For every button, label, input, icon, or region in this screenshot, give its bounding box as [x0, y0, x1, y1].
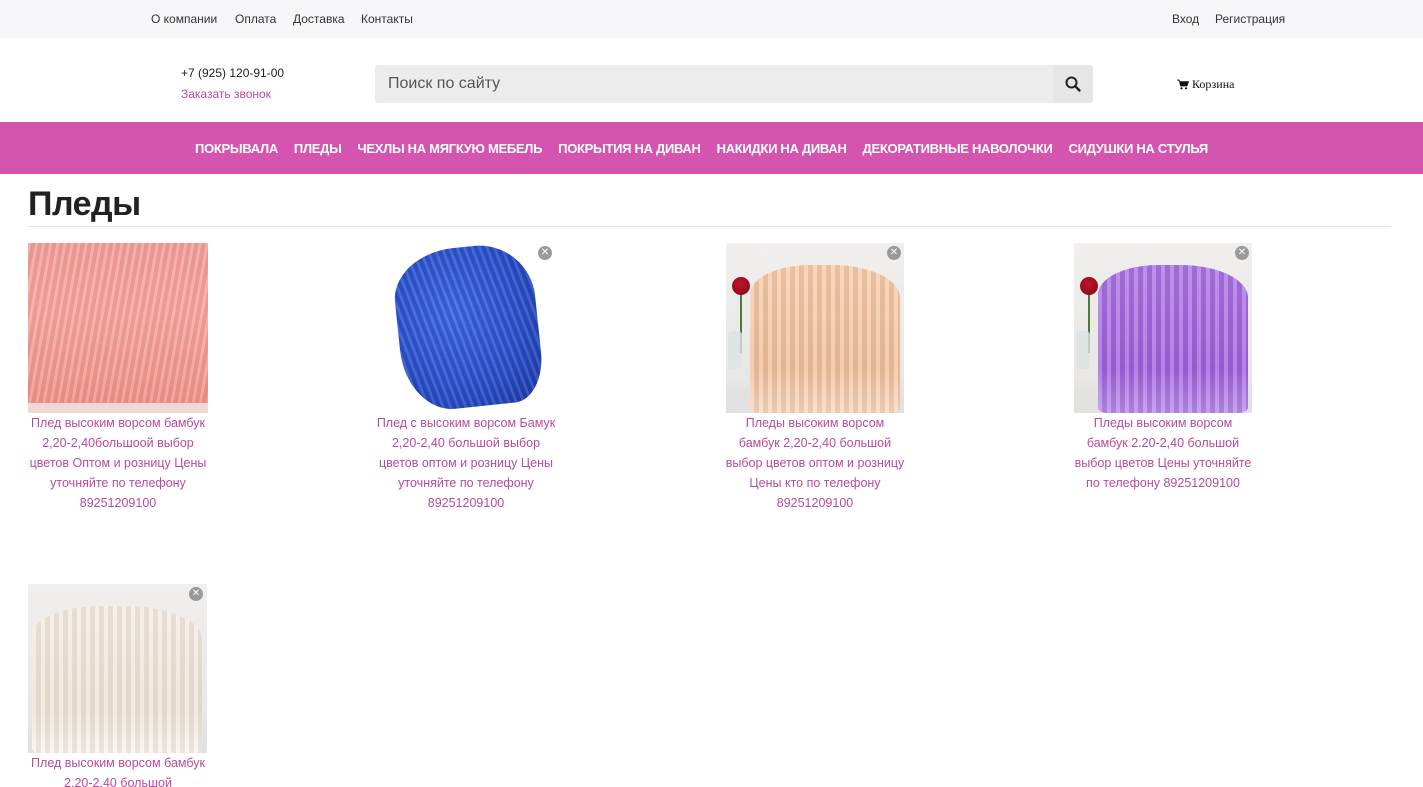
topbar-link-delivery[interactable]: Доставка	[293, 12, 345, 26]
cart-label: Корзина	[1192, 77, 1235, 91]
category-nav: ПОКРЫВАЛА ПЛЕДЫ ЧЕХЛЫ НА МЯГКУЮ МЕБЕЛЬ П…	[0, 122, 1423, 174]
rose	[1080, 277, 1098, 295]
topbar-link-payment[interactable]: Оплата	[235, 12, 276, 26]
close-icon[interactable]: ✕	[538, 246, 552, 260]
nav-item-chair-pads[interactable]: СИДУШКИ НА СТУЛЬЯ	[1069, 141, 1209, 156]
close-icon[interactable]: ✕	[1235, 246, 1249, 260]
product-image[interactable]	[1074, 243, 1252, 413]
blanket-shape	[32, 606, 202, 753]
product-image[interactable]	[726, 243, 904, 413]
site-header: +7 (925) 120-91-00 Заказать звонок Корзи…	[0, 38, 1423, 122]
cart-icon	[1177, 79, 1189, 90]
product-title[interactable]: Пледы высоким ворсом бамбук 2.20-2,40 бо…	[1073, 413, 1253, 493]
phone-number: +7 (925) 120-91-00	[181, 66, 285, 80]
close-icon[interactable]: ✕	[887, 246, 901, 260]
search-input[interactable]	[375, 65, 1053, 103]
divider	[28, 226, 1391, 227]
product-image[interactable]	[376, 243, 556, 413]
product-title[interactable]: Плед с высоким ворсом Бамук 2,20-2,40 бо…	[376, 413, 556, 513]
vase	[728, 331, 742, 369]
search-icon	[1065, 76, 1081, 92]
search-button[interactable]	[1053, 65, 1093, 103]
top-bar: О компании Оплата Доставка Контакты Вход…	[0, 0, 1423, 38]
nav-item-furniture-covers[interactable]: ЧЕХЛЫ НА МЯГКУЮ МЕБЕЛЬ	[358, 141, 543, 156]
login-link[interactable]: Вход	[1172, 12, 1199, 26]
cart-link[interactable]: Корзина	[1177, 77, 1234, 92]
product-title[interactable]: Плед высоким ворсом бамбук 2,20-2,40 бол…	[28, 753, 208, 787]
nav-item-pillowcases[interactable]: ДЕКОРАТИВНЫЕ НАВОЛОЧКИ	[863, 141, 1053, 156]
topbar-link-contacts[interactable]: Контакты	[361, 12, 413, 26]
nav-item-bedspreads[interactable]: ПОКРЫВАЛА	[195, 141, 278, 156]
blanket-shape	[1098, 265, 1248, 413]
product-image[interactable]	[28, 584, 207, 753]
blanket-shape	[390, 243, 546, 413]
callback-link[interactable]: Заказать звонок	[181, 87, 271, 101]
topbar-link-about[interactable]: О компании	[151, 12, 217, 26]
nav-item-plaids[interactable]: ПЛЕДЫ	[294, 141, 342, 156]
product-title[interactable]: Пледы высоким ворсом бамбук 2,20-2,40 бо…	[725, 413, 905, 513]
blanket-shape	[750, 265, 900, 413]
rose	[732, 277, 750, 295]
close-icon[interactable]: ✕	[189, 587, 203, 601]
product-image[interactable]	[28, 243, 208, 413]
search-bar	[375, 65, 1093, 103]
nav-item-sofa-throws[interactable]: НАКИДКИ НА ДИВАН	[717, 141, 847, 156]
register-link[interactable]: Регистрация	[1215, 12, 1285, 26]
nav-item-sofa-coverings[interactable]: ПОКРЫТИЯ НА ДИВАН	[558, 141, 701, 156]
product-title[interactable]: Плед высоким ворсом бамбук 2,20-2,40боль…	[28, 413, 208, 513]
page-title: Пледы	[28, 185, 141, 223]
vase	[1076, 331, 1090, 369]
